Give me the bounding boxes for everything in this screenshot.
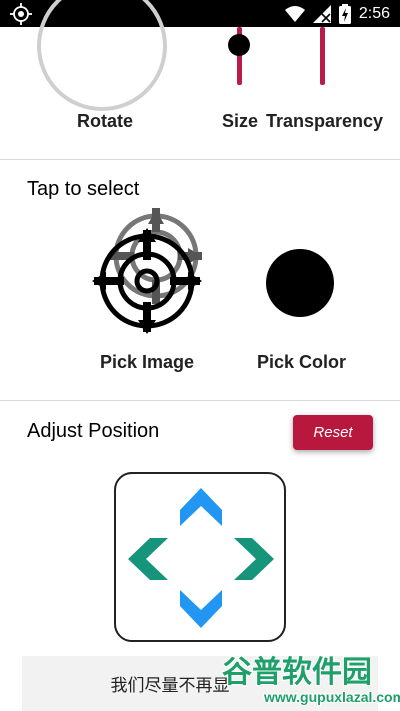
arrow-right-icon[interactable] <box>234 538 274 580</box>
pick-image-label: Pick Image <box>100 352 195 372</box>
battery-charging-icon <box>338 4 351 24</box>
size-label: Size <box>222 111 259 131</box>
transform-controls: Rotate Size Transparency <box>0 0 400 160</box>
adjust-position-title: Adjust Position <box>27 420 160 442</box>
status-time: 2:56 <box>358 5 390 22</box>
transparency-slider-track[interactable] <box>320 27 325 85</box>
divider <box>0 400 400 401</box>
position-dpad <box>114 472 286 642</box>
pick-image-button[interactable] <box>92 206 212 338</box>
size-slider-thumb[interactable] <box>228 34 250 56</box>
toast-text: 我们尽量不再显 <box>110 676 230 695</box>
arrow-down-icon[interactable] <box>180 590 222 628</box>
rotate-label: Rotate <box>77 111 134 131</box>
reset-button[interactable]: Reset <box>293 415 373 450</box>
divider <box>0 159 400 160</box>
watermark-logo: 谷普软件园 www.gupuxlazal.com <box>221 654 400 706</box>
svg-text:谷普软件园: 谷普软件园 <box>222 655 372 690</box>
transparency-label: Transparency <box>266 111 384 131</box>
arrow-up-icon[interactable] <box>180 488 222 526</box>
rotate-dial[interactable] <box>37 0 167 111</box>
reset-button-label: Reset <box>313 424 353 441</box>
arrow-left-icon[interactable] <box>128 538 168 580</box>
crosshair-icon <box>92 208 202 334</box>
tap-to-select-title: Tap to select <box>27 178 140 200</box>
svg-text:www.gupuxlazal.com: www.gupuxlazal.com <box>263 689 400 705</box>
signal-icon <box>312 5 331 23</box>
wifi-icon <box>284 6 305 22</box>
gps-icon <box>10 3 32 25</box>
pick-color-label: Pick Color <box>257 352 347 372</box>
pick-color-button[interactable] <box>266 249 334 317</box>
